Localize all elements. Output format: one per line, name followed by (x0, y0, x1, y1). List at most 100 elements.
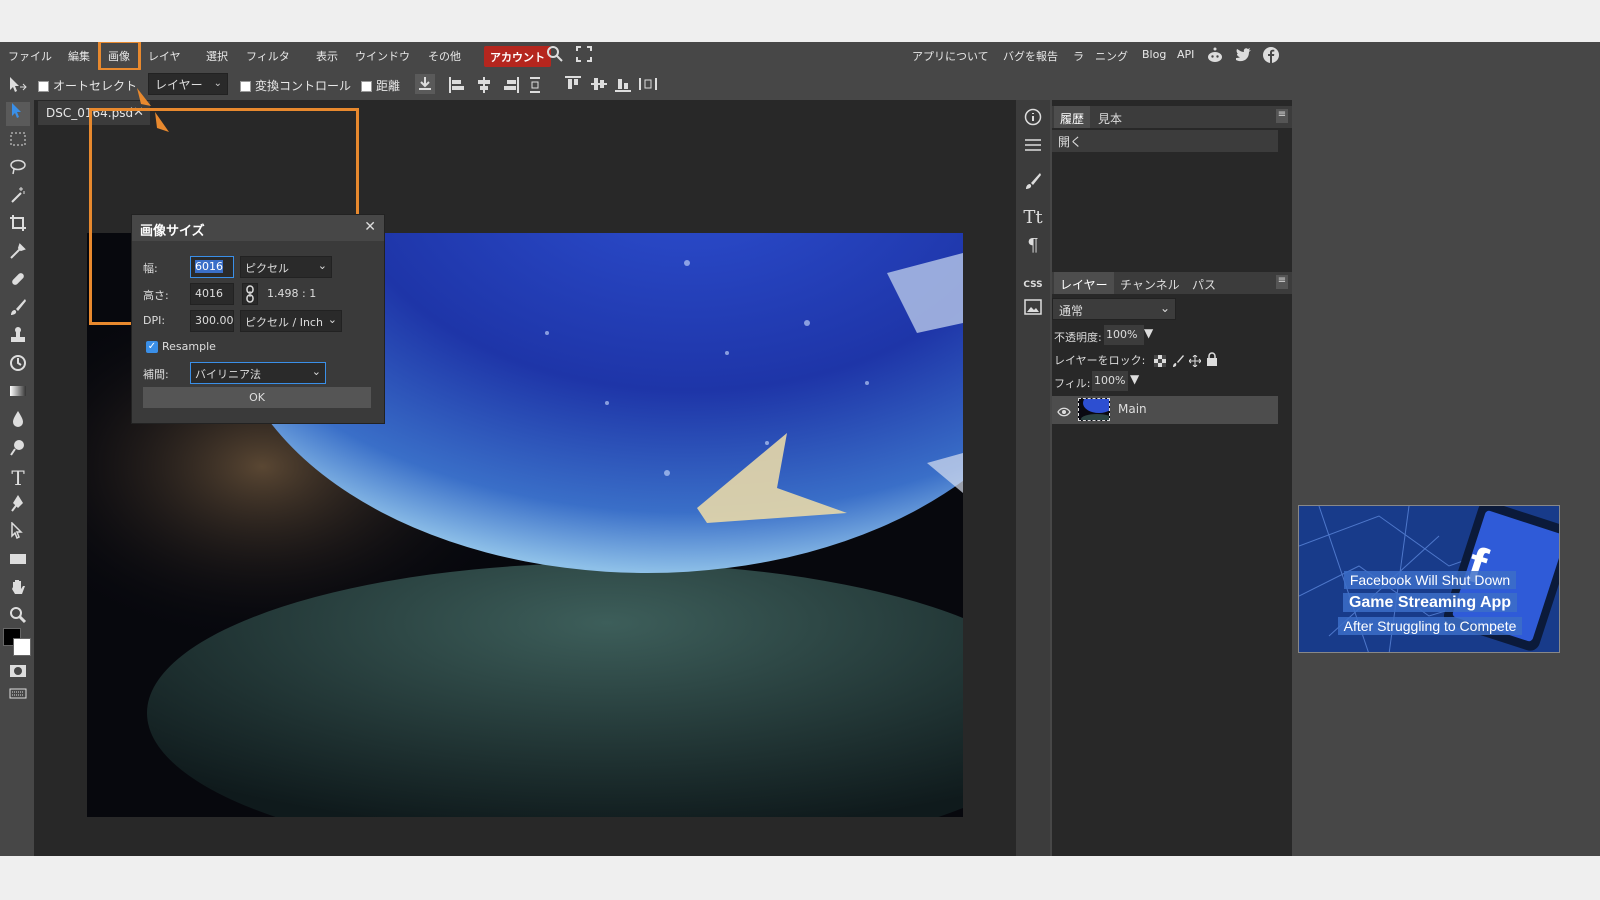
fill-input[interactable]: 100% (1092, 371, 1128, 391)
adjustments-icon[interactable] (1021, 136, 1045, 160)
type-tool-icon[interactable]: T (6, 466, 30, 490)
facebook-icon[interactable] (1262, 46, 1280, 67)
lock-transparency-icon[interactable] (1154, 352, 1166, 371)
menu-window[interactable]: ウインドウ (355, 48, 410, 64)
height-input[interactable]: 4016 (190, 283, 234, 305)
pen-tool-icon[interactable] (6, 494, 30, 518)
paragraph-icon[interactable]: ¶ (1021, 234, 1045, 258)
dpi-input[interactable]: 300.00( (190, 310, 234, 332)
autoselect-checkbox[interactable]: オートセレクト (38, 77, 137, 94)
link-learning-b[interactable]: ニング (1095, 48, 1128, 64)
tab-paths[interactable]: パス (1186, 272, 1222, 294)
download-icon[interactable] (415, 74, 435, 94)
ad-line-2: Game Streaming App (1299, 593, 1559, 612)
tab-history[interactable]: 履歴 (1054, 106, 1091, 128)
width-input[interactable]: 6016 (190, 256, 234, 278)
link-learning-a[interactable]: ラ (1073, 48, 1084, 64)
panel-menu-icon[interactable]: ≡ (1276, 109, 1288, 123)
lock-label: レイヤーをロック: (1054, 354, 1146, 367)
tools-panel: T (0, 100, 34, 856)
opacity-input[interactable]: 100% (1104, 325, 1144, 345)
background-color-swatch[interactable] (13, 638, 31, 656)
align-left-icon[interactable] (448, 76, 466, 97)
ok-button[interactable]: OK (143, 387, 371, 408)
stamp-tool-icon[interactable] (6, 326, 30, 350)
brush-tool-icon[interactable] (6, 298, 30, 322)
move-tool-icon[interactable] (6, 102, 30, 126)
path-select-icon[interactable] (6, 521, 30, 546)
history-item[interactable]: 開く (1052, 130, 1278, 152)
align-top-icon[interactable] (564, 75, 582, 96)
menu-filter[interactable]: フィルタ (246, 48, 290, 64)
account-button[interactable]: アカウント (484, 46, 551, 67)
gradient-tool-icon[interactable] (6, 382, 30, 406)
brush-settings-icon[interactable] (1021, 172, 1045, 196)
distribute-h-icon[interactable] (638, 75, 658, 96)
link-blog[interactable]: Blog (1142, 48, 1166, 61)
menu-select[interactable]: 選択 (206, 48, 228, 64)
menu-layer[interactable]: レイヤ (148, 48, 181, 64)
transform-control-checkbox[interactable]: 変換コントロール (240, 77, 351, 94)
search-icon[interactable] (546, 45, 564, 67)
eyedropper-icon[interactable] (6, 242, 30, 266)
healing-brush-icon[interactable] (6, 270, 30, 294)
tab-swatches[interactable]: 見本 (1092, 106, 1128, 128)
menu-more[interactable]: その他 (428, 48, 461, 64)
magic-wand-icon[interactable] (6, 186, 30, 210)
dodge-tool-icon[interactable] (6, 438, 30, 462)
lock-all-icon[interactable] (1206, 351, 1218, 370)
link-report-bug[interactable]: バグを報告 (1003, 48, 1058, 64)
caret-down-icon[interactable]: ▼ (1144, 326, 1153, 340)
panel-menu-icon[interactable]: ≡ (1276, 275, 1288, 289)
link-api[interactable]: API (1177, 48, 1194, 61)
width-unit-select[interactable]: ピクセル ⌄ (240, 256, 332, 278)
keyboard-icon[interactable] (6, 684, 30, 708)
zoom-tool-icon[interactable] (6, 606, 30, 630)
blur-tool-icon[interactable] (6, 410, 30, 434)
dpi-label: DPI: (143, 314, 166, 327)
caret-down-icon[interactable]: ▼ (1130, 372, 1139, 386)
blend-mode-select[interactable]: 通常 ⌄ (1052, 298, 1176, 320)
ad-line-2-text: Game Streaming App (1342, 593, 1518, 612)
twitter-icon[interactable] (1235, 46, 1253, 67)
lock-paint-icon[interactable] (1172, 352, 1184, 371)
dpi-unit-select[interactable]: ピクセル / Inch ⌄ (240, 310, 342, 332)
history-brush-icon[interactable] (6, 354, 30, 378)
fullscreen-icon[interactable] (576, 46, 592, 65)
menu-edit[interactable]: 編集 (68, 48, 90, 64)
aspect-ratio: 1.498 : 1 (267, 287, 317, 300)
rectangle-tool-icon[interactable] (6, 550, 30, 574)
info-icon[interactable] (1021, 108, 1045, 132)
character-icon[interactable]: Tt (1021, 206, 1045, 230)
lasso-tool-icon[interactable] (6, 158, 30, 182)
image-icon[interactable] (1021, 298, 1045, 322)
distance-checkbox[interactable]: 距離 (361, 77, 400, 94)
ad-line-1: Facebook Will Shut Down (1299, 571, 1559, 589)
close-icon[interactable]: ✕ (364, 219, 376, 235)
interpolation-select[interactable]: バイリニア法 ⌄ (190, 362, 326, 384)
ad-banner[interactable]: f Facebook Will Shut Down Game Streaming… (1298, 505, 1560, 653)
eye-icon[interactable] (1057, 403, 1071, 422)
resample-checkbox[interactable]: ✓ (146, 341, 158, 353)
crop-tool-icon[interactable] (6, 214, 30, 238)
menu-file[interactable]: ファイル (8, 48, 52, 64)
tab-channels[interactable]: チャンネル (1114, 272, 1186, 294)
css-icon[interactable]: CSS (1021, 270, 1045, 294)
tab-layers[interactable]: レイヤー (1054, 272, 1114, 294)
hand-tool-icon[interactable] (6, 578, 30, 602)
align-hcenter-icon[interactable] (475, 76, 493, 97)
align-vcenter-icon[interactable] (590, 75, 608, 96)
quick-mask-icon[interactable] (6, 662, 30, 686)
layer-row[interactable]: Main (1052, 396, 1278, 424)
lock-move-icon[interactable] (1188, 352, 1202, 371)
resample-label: Resample (162, 340, 216, 353)
marquee-tool-icon[interactable] (6, 130, 30, 154)
opacity-value: 100% (1106, 328, 1138, 341)
reddit-icon[interactable] (1206, 46, 1224, 67)
align-right-icon[interactable] (502, 76, 520, 97)
distribute-v-icon[interactable] (528, 76, 542, 97)
constrain-link-icon[interactable] (242, 283, 258, 305)
menu-view[interactable]: 表示 (316, 48, 338, 64)
align-bottom-icon[interactable] (614, 75, 632, 96)
link-about[interactable]: アプリについて (912, 48, 989, 64)
